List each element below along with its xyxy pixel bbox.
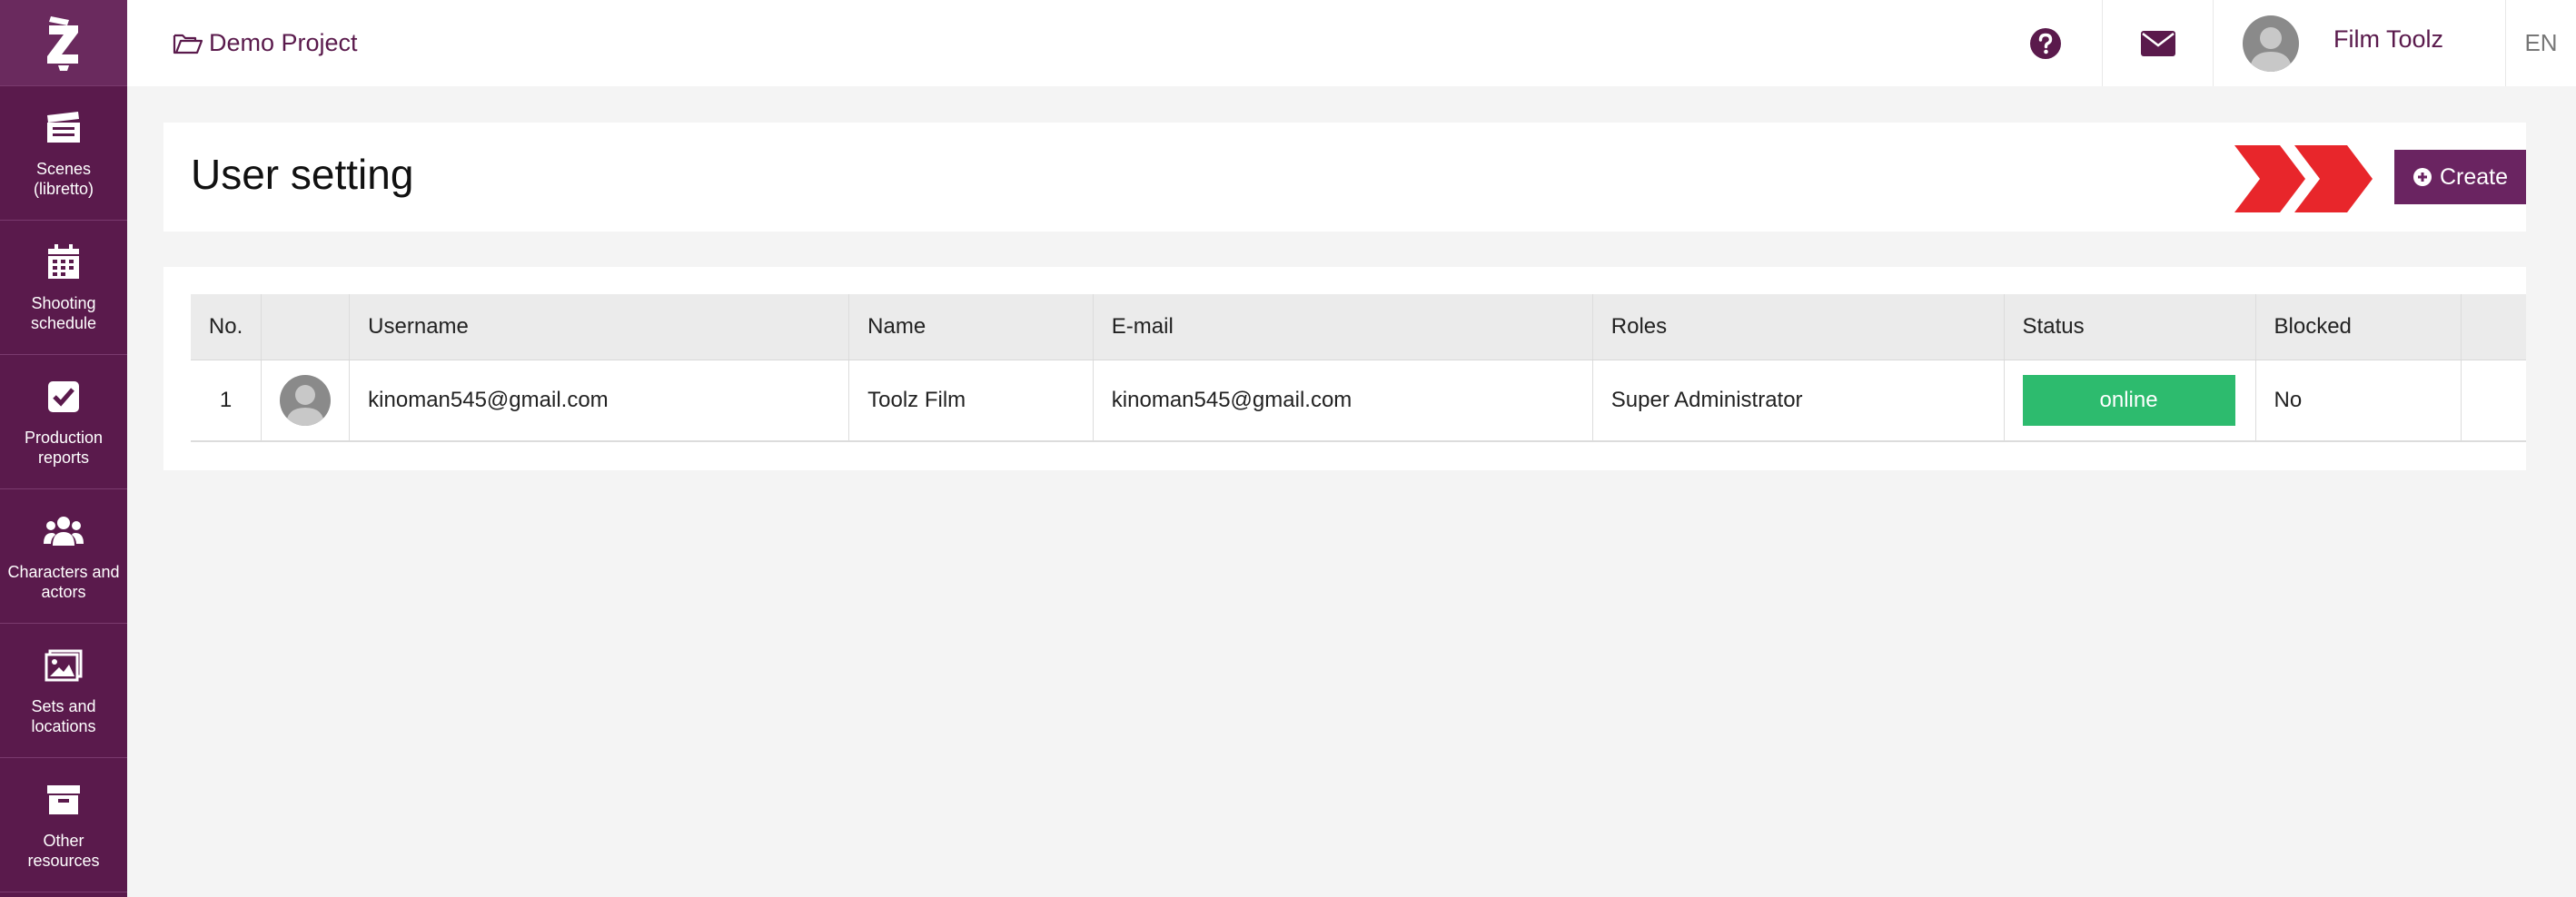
create-button[interactable]: Create bbox=[2394, 150, 2526, 204]
top-bar: Demo Project Film Toolz EN bbox=[127, 0, 2576, 86]
language-selector[interactable]: EN bbox=[2505, 0, 2576, 86]
sidebar-item-label: Scenes (libretto) bbox=[33, 159, 94, 198]
sidebar-item-label: Characters and actors bbox=[7, 562, 120, 601]
sidebar-item-other-resources[interactable]: Other resources bbox=[0, 758, 127, 892]
column-header-name[interactable]: Name bbox=[848, 294, 1094, 360]
cell-email: kinoman545@gmail.com bbox=[1093, 360, 1593, 441]
sidebar-item-production-reports[interactable]: Production reports bbox=[0, 355, 127, 489]
envelope-icon bbox=[2140, 30, 2175, 56]
cell-status: online bbox=[2004, 360, 2256, 441]
clapperboard-icon bbox=[44, 108, 84, 148]
image-icon bbox=[44, 646, 84, 685]
avatar bbox=[2243, 15, 2299, 72]
user-menu[interactable]: Film Toolz bbox=[2213, 0, 2505, 86]
column-header-no[interactable]: No. bbox=[191, 294, 263, 360]
plus-circle-icon bbox=[2413, 168, 2432, 186]
sidebar-item-label: Production reports bbox=[24, 428, 104, 467]
column-header-roles[interactable]: Roles bbox=[1592, 294, 2005, 360]
logo-z-icon bbox=[47, 16, 78, 71]
archive-box-icon bbox=[44, 780, 84, 820]
status-badge: online bbox=[2022, 374, 2235, 426]
page-title: User setting bbox=[191, 151, 414, 198]
calendar-icon bbox=[44, 242, 84, 282]
page-header: User setting Create bbox=[163, 123, 2526, 232]
folder-open-icon bbox=[173, 34, 203, 54]
messages-button[interactable] bbox=[2102, 0, 2213, 86]
avatar bbox=[280, 374, 332, 426]
table-row[interactable]: 1 kinoman545@gmail.com Toolz Film kinoma… bbox=[191, 360, 2526, 441]
cell-role: Super Administrator bbox=[1592, 360, 2005, 441]
cell-username: kinoman545@gmail.com bbox=[349, 360, 850, 441]
table-header-row: No. Username Name E-mail Roles Status Bl… bbox=[191, 294, 2526, 360]
create-button-label: Create bbox=[2439, 163, 2509, 190]
sidebar-item-characters-actors[interactable]: Characters and actors bbox=[0, 489, 127, 624]
sidebar-item-label: Shooting schedule bbox=[30, 293, 97, 332]
column-header-status[interactable]: Status bbox=[2004, 294, 2256, 360]
checkbox-icon bbox=[44, 377, 84, 417]
help-button[interactable] bbox=[1989, 0, 2102, 86]
column-header-actions bbox=[2461, 294, 2526, 360]
column-header-email[interactable]: E-mail bbox=[1093, 294, 1593, 360]
cell-name: Toolz Film bbox=[848, 360, 1094, 441]
cell-avatar bbox=[261, 360, 351, 441]
sidebar: Scenes (libretto) Shooting schedule Prod… bbox=[0, 0, 127, 897]
users-icon bbox=[44, 511, 84, 551]
sidebar-item-label: Sets and locations bbox=[31, 696, 96, 735]
cell-actions bbox=[2461, 360, 2526, 441]
cell-no: 1 bbox=[191, 360, 263, 441]
top-bar-actions: Film Toolz EN bbox=[1989, 0, 2576, 86]
column-header-blocked[interactable]: Blocked bbox=[2255, 294, 2462, 360]
project-name: Demo Project bbox=[209, 29, 358, 56]
app-logo[interactable] bbox=[0, 0, 127, 86]
column-header-username[interactable]: Username bbox=[349, 294, 850, 360]
user-name: Film Toolz bbox=[2333, 25, 2444, 53]
sidebar-item-scenes[interactable]: Scenes (libretto) bbox=[0, 86, 127, 221]
users-table-card: No. Username Name E-mail Roles Status Bl… bbox=[163, 267, 2526, 470]
question-circle-icon bbox=[2030, 27, 2061, 59]
column-header-avatar bbox=[261, 294, 351, 360]
project-selector[interactable]: Demo Project bbox=[173, 29, 358, 57]
sidebar-item-shooting-schedule[interactable]: Shooting schedule bbox=[0, 221, 127, 355]
sidebar-item-label: Other resources bbox=[27, 831, 100, 870]
cell-blocked: No bbox=[2255, 360, 2462, 441]
sidebar-item-sets-locations[interactable]: Sets and locations bbox=[0, 624, 127, 758]
chevron-arrows-icon bbox=[2234, 145, 2375, 217]
users-table: No. Username Name E-mail Roles Status Bl… bbox=[191, 294, 2526, 442]
